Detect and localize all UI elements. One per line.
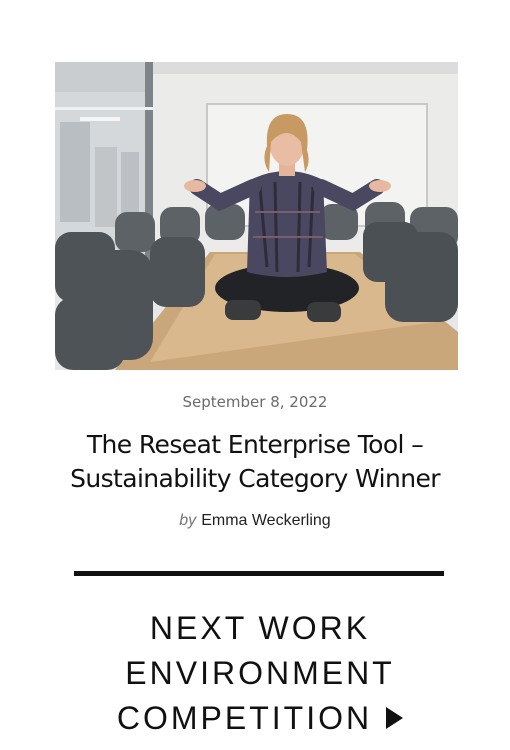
- cta-line-3-wrap: COMPETITION: [60, 696, 460, 741]
- article-date: September 8, 2022: [182, 393, 328, 411]
- cta-line-2: ENVIRONMENT: [125, 655, 395, 691]
- article-title-link[interactable]: The Reseat Enterprise Tool – Sustainabil…: [60, 428, 450, 496]
- next-competition-link[interactable]: NEXT WORK ENVIRONMENT COMPETITION: [60, 606, 460, 741]
- cta-line-3: COMPETITION: [116, 700, 373, 736]
- article-hero-image[interactable]: [55, 62, 458, 370]
- play-triangle-icon: [386, 706, 404, 729]
- byline-prefix: by: [179, 512, 197, 529]
- conference-room-photo: [55, 62, 458, 370]
- section-divider: [74, 571, 444, 576]
- cta-line-1: NEXT WORK: [149, 610, 371, 646]
- author-link[interactable]: Emma Weckerling: [201, 512, 331, 529]
- article-byline: by Emma Weckerling: [0, 512, 510, 530]
